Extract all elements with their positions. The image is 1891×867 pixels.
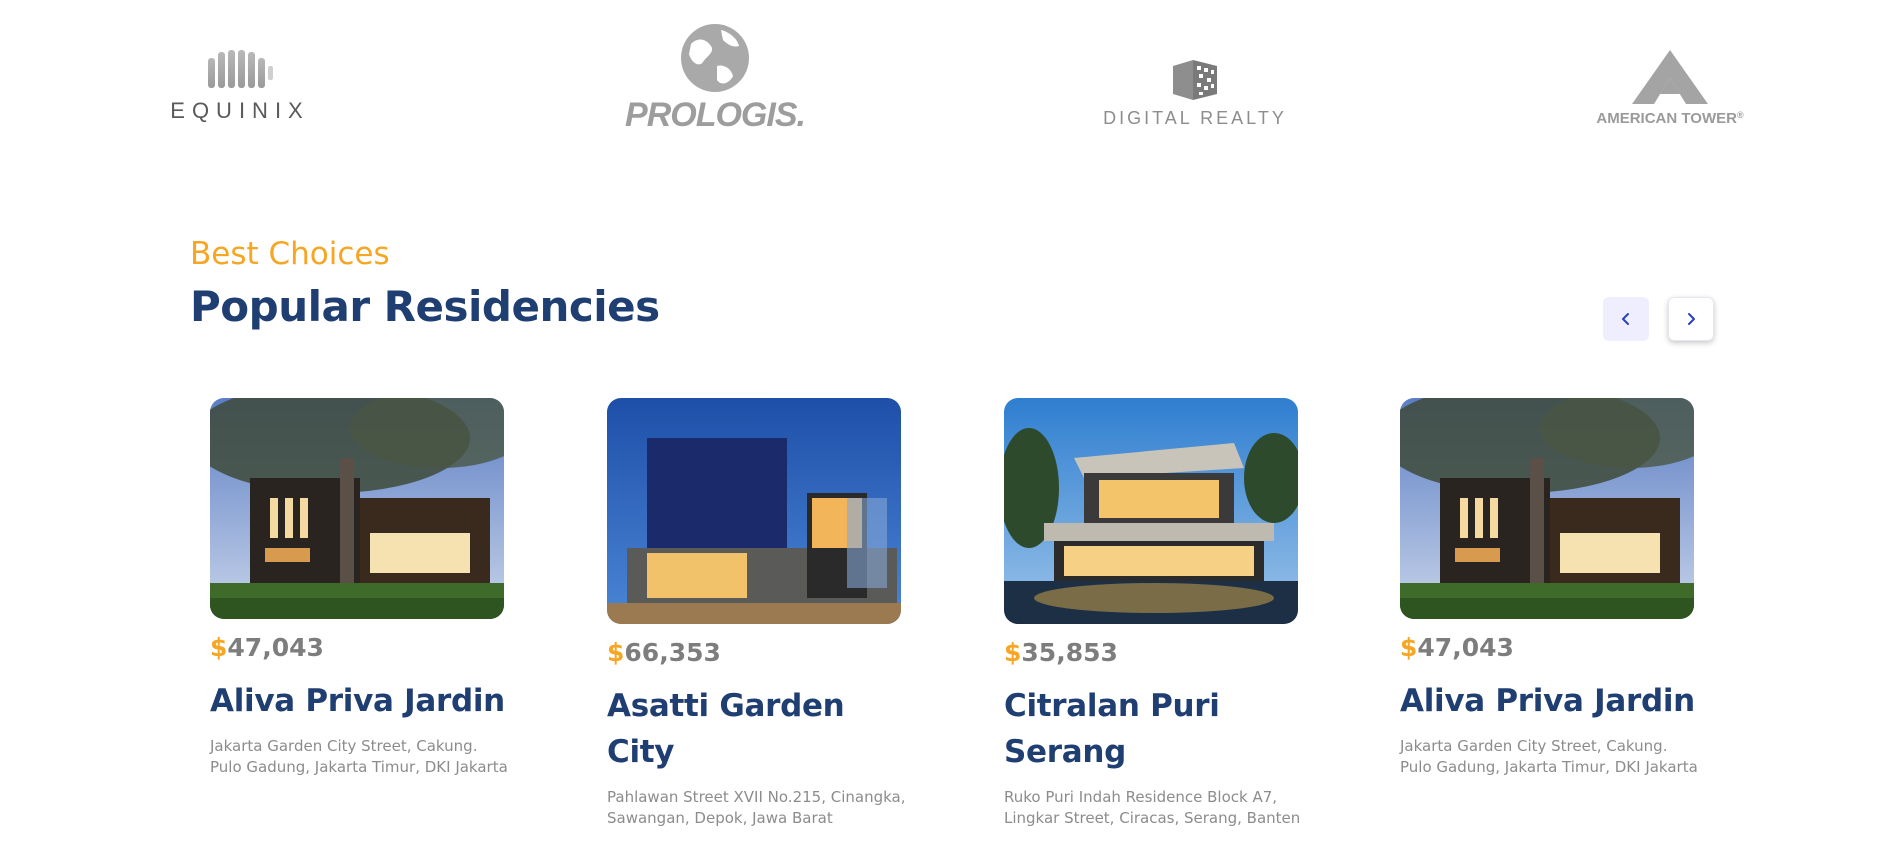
section-title: Popular Residencies (190, 282, 660, 331)
tower-triangle-icon (1632, 50, 1708, 104)
partner-logo-american-tower: AMERICAN TOWER® (1555, 48, 1785, 127)
residency-name: Asatti Garden City (607, 688, 845, 770)
currency-symbol: $ (607, 638, 625, 667)
partner-logo-prologis: PROLOGIS. (610, 22, 820, 135)
currency-symbol: $ (1400, 633, 1418, 662)
globe-icon (681, 24, 749, 92)
chevron-left-icon (1622, 313, 1629, 325)
residency-photo (210, 398, 504, 619)
residency-price: $66,353 (607, 638, 721, 667)
residency-photo (607, 398, 901, 624)
residency-price: $47,043 (1400, 633, 1514, 662)
equinix-bars-icon (208, 50, 273, 88)
partner-name: PROLOGIS. (625, 96, 806, 134)
residency-address: Ruko Puri Indah Residence Block A7, Ling… (1004, 788, 1301, 827)
residency-card[interactable]: $35,853 Citralan Puri Serang Ruko Puri I… (1004, 398, 1300, 829)
residency-card[interactable]: $66,353 Asatti Garden City Pahlawan Stre… (607, 398, 905, 829)
residency-price: $35,853 (1004, 638, 1118, 667)
currency-symbol: $ (1004, 638, 1022, 667)
partner-logo-equinix: EQUINIX (160, 48, 320, 124)
residency-name: Aliva Priva Jardin (1400, 683, 1695, 719)
residency-address: Jakarta Garden City Street, Cakung. Pulo… (210, 737, 508, 776)
carousel-next-button[interactable] (1668, 297, 1714, 341)
residency-card[interactable]: $47,043 Aliva Priva Jardin Jakarta Garde… (210, 398, 508, 778)
residency-name: Aliva Priva Jardin (210, 683, 505, 719)
residency-name: Citralan Puri Serang (1004, 688, 1220, 770)
partner-name: EQUINIX (170, 98, 310, 123)
residency-photo (1004, 398, 1298, 624)
residency-address: Jakarta Garden City Street, Cakung. Pulo… (1400, 737, 1698, 776)
partner-logo-digital-realty: DIGITAL REALTY (1085, 56, 1305, 129)
registered-mark: ® (1736, 110, 1744, 120)
currency-symbol: $ (210, 633, 228, 662)
digital-realty-cube-icon (1173, 60, 1217, 100)
partner-name: DIGITAL REALTY (1103, 108, 1287, 128)
residency-price: $47,043 (210, 633, 324, 662)
residency-photo (1400, 398, 1694, 619)
chevron-right-icon (1688, 313, 1695, 325)
residency-card[interactable]: $47,043 Aliva Priva Jardin Jakarta Garde… (1400, 398, 1698, 778)
partner-name: AMERICAN TOWER® (1596, 110, 1744, 127)
residency-address: Pahlawan Street XVII No.215, Cinangka, S… (607, 788, 906, 827)
section-eyebrow: Best Choices (190, 236, 390, 272)
carousel-prev-button[interactable] (1603, 297, 1649, 341)
partner-logos: EQUINIX PROLOGIS. DIGITAL REALTY AMERICA… (0, 0, 1891, 160)
